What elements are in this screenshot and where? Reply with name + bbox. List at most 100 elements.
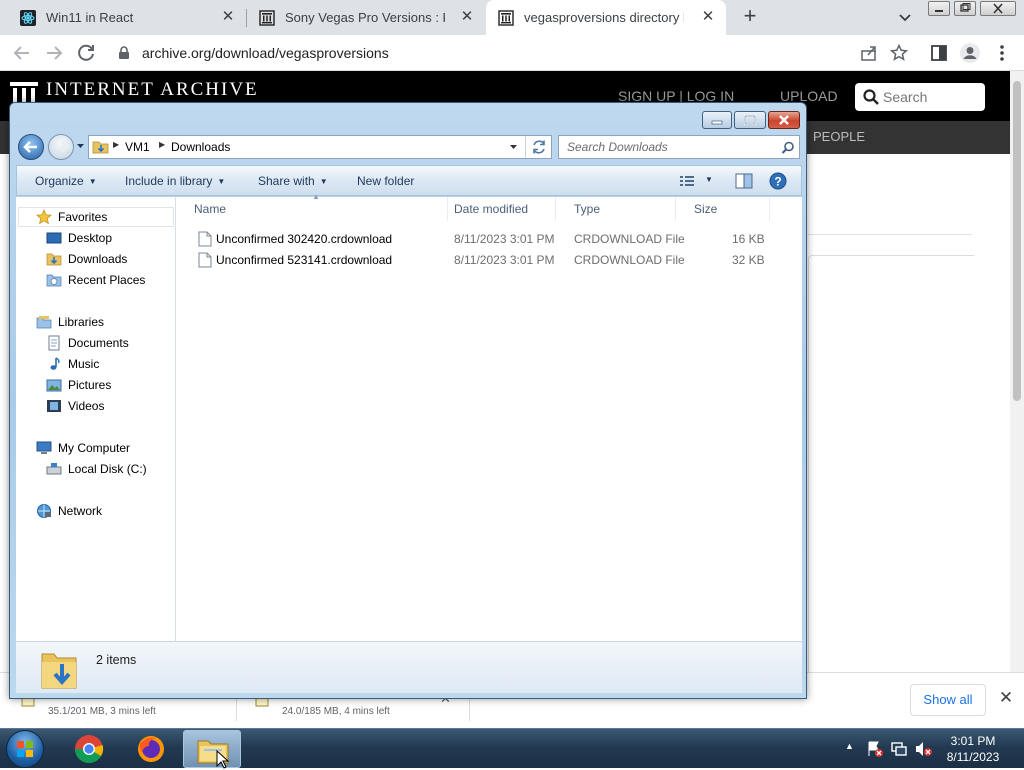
nav-favorites[interactable]: Favorites [36, 207, 107, 227]
show-hidden-icons-icon[interactable]: ▲ [845, 741, 854, 751]
system-clock[interactable]: 3:01 PM 8/11/2023 [938, 733, 1008, 765]
breadcrumb-chevron-icon[interactable]: ▶ [159, 140, 165, 149]
nav-documents[interactable]: Documents [46, 333, 129, 353]
chrome-menu-icon[interactable] [998, 44, 1006, 62]
address-divider [525, 136, 526, 158]
archive-search-field[interactable]: Search [855, 83, 985, 111]
nav-downloads[interactable]: Downloads [46, 249, 127, 269]
profile-avatar-icon[interactable] [959, 42, 981, 64]
explorer-back-button[interactable] [18, 134, 44, 160]
subnav-people-link[interactable]: PEOPLE [813, 129, 865, 144]
address-dropdown-chevron-icon[interactable] [509, 144, 518, 152]
include-in-library-label: Include in library [125, 174, 213, 188]
search-icon[interactable] [781, 141, 795, 155]
search-icon [863, 89, 879, 105]
breadcrumb-downloads[interactable]: Downloads [171, 140, 230, 154]
tab-win11-in-react[interactable]: Win11 in React ✕ [8, 0, 246, 35]
action-center-icon[interactable] [866, 740, 884, 758]
tab-close-icon[interactable]: ✕ [700, 9, 716, 25]
nav-local-disk[interactable]: Local Disk (C:) [46, 459, 147, 479]
explorer-search-field[interactable]: Search Downloads [558, 135, 800, 159]
hard-disk-icon [46, 463, 62, 475]
recent-places-icon [46, 274, 62, 287]
tab-search-chevron-icon[interactable] [894, 6, 916, 28]
forward-arrow-icon[interactable] [42, 41, 66, 65]
minimize-icon [935, 10, 943, 12]
explorer-address-row: ▶ VM1 ▶ Downloads Search Downloads [16, 133, 802, 161]
share-with-button[interactable]: Share with ▼ [258, 174, 328, 188]
explorer-maximize-button[interactable] [734, 111, 766, 129]
column-header-size[interactable]: Size [676, 197, 770, 221]
tab-sony-vegas-pro-versions[interactable]: Sony Vegas Pro Versions : Free D ✕ [247, 0, 485, 35]
view-options-icon[interactable] [679, 174, 695, 188]
nav-my-computer[interactable]: My Computer [36, 438, 130, 458]
nav-label: Recent Places [68, 273, 146, 287]
bookmark-star-icon[interactable] [890, 44, 908, 62]
archive-content-panel [808, 255, 974, 685]
explorer-forward-button[interactable] [48, 134, 74, 160]
minimize-button[interactable] [928, 1, 950, 16]
side-panel-icon[interactable] [930, 44, 948, 62]
show-all-button[interactable]: Show all [910, 684, 986, 716]
back-arrow-icon[interactable] [10, 41, 34, 65]
chrome-icon [75, 735, 104, 763]
organize-button[interactable]: Organize ▼ [35, 174, 97, 188]
column-header-date-modified[interactable]: Date modified [436, 197, 556, 221]
start-button[interactable] [6, 730, 44, 768]
view-dropdown-caret-icon[interactable]: ▼ [705, 175, 713, 184]
address-bar[interactable]: archive.org/download/vegasproversions [104, 39, 994, 67]
new-folder-button[interactable]: New folder [357, 174, 414, 188]
windows-logo-icon [17, 741, 33, 757]
network-status-icon[interactable] [890, 740, 908, 758]
nav-desktop[interactable]: Desktop [46, 228, 112, 248]
explorer-address-bar[interactable]: ▶ VM1 ▶ Downloads [88, 135, 552, 159]
file-list-pane[interactable]: Name ▲ Date modified Type Size Unconfirm… [176, 192, 802, 641]
file-size: 16 KB [732, 232, 765, 246]
taskbar-firefox[interactable] [122, 730, 180, 768]
share-icon[interactable] [860, 44, 878, 62]
file-row[interactable]: Unconfirmed 302420.crdownload 8/11/2023 … [176, 229, 802, 250]
page-scrollbar-thumb[interactable] [1013, 81, 1021, 401]
tab-title: Win11 in React [46, 10, 134, 25]
file-type: CRDOWNLOAD File [574, 232, 685, 246]
archive-divider [808, 234, 972, 235]
react-favicon-icon [20, 9, 36, 26]
breadcrumb-chevron-icon[interactable]: ▶ [113, 140, 119, 149]
new-tab-icon[interactable]: + [738, 5, 762, 29]
nav-recent-places[interactable]: Recent Places [46, 270, 145, 290]
nav-label: Documents [68, 336, 129, 350]
column-header-type[interactable]: Type [556, 197, 676, 221]
explorer-close-button[interactable] [768, 111, 800, 129]
tab-vegasproversions-directory[interactable]: vegasproversions directory listin ✕ [486, 0, 726, 35]
downloads-folder-icon [46, 253, 62, 266]
taskbar-windows-explorer[interactable] [183, 730, 241, 768]
file-row[interactable]: Unconfirmed 523141.crdownload 8/11/2023 … [176, 250, 802, 271]
tab-close-icon[interactable]: ✕ [459, 9, 475, 25]
reload-icon[interactable] [74, 41, 98, 65]
refresh-icon[interactable] [531, 139, 547, 155]
nav-libraries[interactable]: Libraries [36, 312, 104, 332]
clock-time: 3:01 PM [950, 734, 996, 748]
nav-pictures[interactable]: Pictures [46, 375, 111, 395]
close-shelf-icon[interactable]: ✕ [998, 689, 1014, 706]
explorer-minimize-button[interactable] [702, 111, 732, 129]
nav-music[interactable]: Music [46, 354, 99, 374]
firefox-icon [138, 736, 164, 762]
archive-logo-text[interactable]: INTERNET ARCHIVE [46, 79, 259, 101]
nav-videos[interactable]: Videos [46, 396, 104, 416]
help-icon[interactable]: ? [769, 172, 787, 190]
include-in-library-button[interactable]: Include in library ▼ [125, 174, 225, 188]
tab-close-icon[interactable]: ✕ [220, 9, 236, 25]
preview-pane-icon[interactable] [735, 173, 753, 189]
videos-icon [47, 400, 61, 412]
breadcrumb-vm1[interactable]: VM1 [125, 140, 150, 154]
volume-muted-icon[interactable] [914, 740, 934, 758]
explorer-window[interactable]: ▶ VM1 ▶ Downloads Search Downloads Organ… [9, 102, 807, 699]
page-scrollbar[interactable] [1010, 71, 1024, 672]
taskbar-chrome[interactable] [60, 730, 118, 768]
file-date: 8/11/2023 3:01 PM [454, 232, 555, 246]
restore-button[interactable] [954, 1, 976, 16]
recent-pages-chevron-icon[interactable] [76, 143, 85, 151]
close-window-button[interactable] [980, 1, 1016, 16]
nav-network[interactable]: Network [36, 501, 102, 521]
